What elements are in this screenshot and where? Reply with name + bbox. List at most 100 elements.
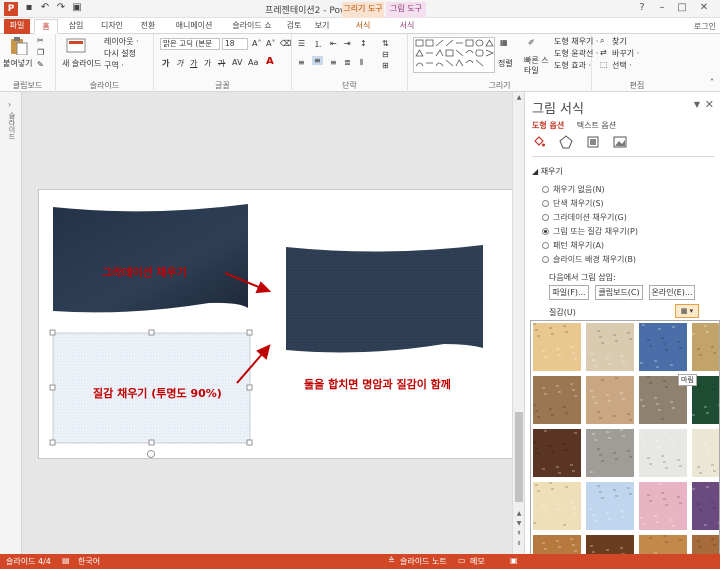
copy-icon[interactable]: ❐ <box>37 48 44 57</box>
texture-swatch-pink-tissue[interactable] <box>639 482 687 530</box>
thumbnail-strip[interactable] <box>0 92 22 554</box>
reset-button[interactable]: 다시 설정 <box>104 48 136 59</box>
texture-swatch-papyrus[interactable] <box>533 323 581 371</box>
insert-clipboard-button[interactable]: 클립보드(C) <box>595 285 643 300</box>
radio-icon[interactable] <box>542 256 549 263</box>
user-signin[interactable]: 로그인 <box>694 21 716 32</box>
texture-swatch-canvas[interactable] <box>586 323 634 371</box>
radio-icon[interactable] <box>542 214 549 221</box>
option-no-fill[interactable]: 채우기 없음(N) <box>542 184 605 195</box>
radio-icon[interactable] <box>542 186 549 193</box>
bold-button[interactable]: 가 <box>162 58 169 69</box>
font-color-icon[interactable]: A <box>266 56 274 67</box>
texture-swatch-stationery[interactable] <box>533 482 581 530</box>
tab-review[interactable]: 검토 <box>282 19 306 34</box>
text-direction-icon[interactable]: ⇅ <box>382 39 389 48</box>
insert-file-button[interactable]: 파일(F)... <box>549 285 589 300</box>
texture-swatch-blue-tissue[interactable] <box>586 482 634 530</box>
paste-icon[interactable] <box>8 37 28 55</box>
smartart-icon[interactable]: ⊞ <box>382 61 389 70</box>
align-text-icon[interactable]: ⊟ <box>382 50 389 59</box>
justify-icon[interactable]: ≣ <box>344 58 351 67</box>
prev-slide-icon[interactable]: ⇞ <box>514 530 524 537</box>
tab-file[interactable]: 파일 <box>4 19 30 34</box>
texture-swatch-brown-marble[interactable] <box>533 429 581 477</box>
texture-swatch-purple-mesh[interactable] <box>692 482 720 530</box>
next-slide-icon[interactable]: ⇟ <box>514 540 524 547</box>
language-icon[interactable]: ▤ <box>62 556 70 565</box>
tab-shape-options[interactable]: 도형 옵션 <box>532 121 564 130</box>
size-properties-icon[interactable] <box>586 135 600 149</box>
format-painter-icon[interactable]: ✎ <box>37 60 44 69</box>
find-button[interactable]: 찾기 <box>612 36 627 47</box>
notes-button[interactable]: 슬라이드 노트 <box>400 556 447 567</box>
arrange-button[interactable]: 정렬 <box>498 58 513 69</box>
language-indicator[interactable]: 한국어 <box>78 556 100 567</box>
tab-home[interactable]: 홈 <box>34 19 58 34</box>
option-gradient-fill[interactable]: 그라데이션 채우기(G) <box>542 212 627 223</box>
replace-button[interactable]: 바꾸기 · <box>612 48 639 59</box>
maximize-icon[interactable]: □ <box>672 2 692 13</box>
scroll-up-small-icon[interactable]: ▲ <box>514 510 524 517</box>
shadow-button[interactable]: 가 <box>204 58 211 69</box>
strikethrough-button[interactable]: 가 <box>218 58 225 69</box>
expand-thumbnails-icon[interactable]: › <box>8 100 11 109</box>
texture-gallery[interactable] <box>530 320 720 569</box>
char-spacing-button[interactable]: AV <box>232 58 242 67</box>
shape-effects-button[interactable]: 도형 효과 · <box>554 60 591 71</box>
texture-swatch-woven-mat[interactable] <box>692 323 720 371</box>
tab-slideshow[interactable]: 슬라이드 쇼 <box>226 19 278 34</box>
grow-font-icon[interactable]: A˄ <box>252 39 261 48</box>
help-icon[interactable]: ? <box>632 2 652 13</box>
texture-dropdown-button[interactable]: ▦ ▾ <box>675 304 699 318</box>
increase-indent-icon[interactable]: ⇥ <box>344 39 351 48</box>
clear-format-icon[interactable]: ⌫ <box>280 39 291 48</box>
texture-swatch-granite[interactable] <box>586 429 634 477</box>
effects-icon[interactable] <box>559 135 573 149</box>
new-slide-icon[interactable] <box>66 37 86 55</box>
scroll-up-icon[interactable]: ▲ <box>514 94 524 101</box>
tab-view[interactable]: 보기 <box>310 19 334 34</box>
scroll-thumb[interactable] <box>515 412 523 502</box>
slide[interactable]: 그라데이션 채우기 질감 채우기 (투명도 90%) 둘을 합치면 명암과 질감… <box>38 189 517 459</box>
option-slide-bg-fill[interactable]: 슬라이드 배경 채우기(B) <box>542 254 636 265</box>
quick-styles-icon[interactable]: ✐ <box>528 38 535 47</box>
tab-animations[interactable]: 애니메이션 <box>168 19 220 34</box>
align-right-icon[interactable]: ≡ <box>330 58 337 67</box>
select-button[interactable]: 선택 · <box>612 60 632 71</box>
comments-button[interactable]: 메모 <box>470 556 485 567</box>
fill-section-header[interactable]: ◢ 채우기 <box>532 166 563 177</box>
fill-line-icon[interactable] <box>532 135 546 149</box>
layout-button[interactable]: 레이아웃 · <box>104 36 139 47</box>
align-left-icon[interactable]: ≡ <box>298 58 305 67</box>
cut-icon[interactable]: ✂ <box>37 36 44 45</box>
decrease-indent-icon[interactable]: ⇤ <box>330 39 337 48</box>
quick-styles-button[interactable]: 빠른 스타일 <box>524 56 550 76</box>
pane-close-icon[interactable]: ✕ <box>705 98 714 111</box>
tab-format-picture[interactable]: 서식 <box>390 19 424 34</box>
shapes-gallery[interactable] <box>413 37 495 73</box>
line-spacing-icon[interactable]: ↕ <box>360 39 367 48</box>
close-icon[interactable]: ✕ <box>694 2 714 13</box>
columns-icon[interactable]: ⫴ <box>360 58 363 68</box>
shrink-font-icon[interactable]: A˅ <box>266 39 275 48</box>
radio-icon[interactable] <box>542 200 549 207</box>
arrange-icon[interactable]: ▦ <box>500 38 508 47</box>
tab-insert[interactable]: 삽입 <box>62 19 90 34</box>
picture-icon[interactable] <box>613 135 627 149</box>
tab-format-drawing[interactable]: 서식 <box>346 19 380 34</box>
texture-swatch-fish-fossil[interactable] <box>586 376 634 424</box>
pane-options-icon[interactable]: ▼ <box>694 100 700 109</box>
texture-swatch-denim[interactable] <box>639 323 687 371</box>
undo-icon[interactable]: ↶ <box>38 2 52 13</box>
texture-grid[interactable] <box>531 321 720 569</box>
tab-text-options[interactable]: 텍스트 옵션 <box>577 121 616 130</box>
font-size-combo[interactable]: 18 <box>222 38 248 50</box>
align-center-icon[interactable]: ≡ <box>312 56 323 65</box>
option-solid-fill[interactable]: 단색 채우기(S) <box>542 198 604 209</box>
canvas-scrollbar[interactable]: ▲ ▲ ▼ ⇞ ⇟ <box>512 92 524 554</box>
save-icon[interactable]: ▪ <box>22 2 36 13</box>
tab-transitions[interactable]: 전환 <box>134 19 162 34</box>
option-pattern-fill[interactable]: 패턴 채우기(A) <box>542 240 604 251</box>
paste-button[interactable]: 붙여넣기 <box>3 58 32 69</box>
